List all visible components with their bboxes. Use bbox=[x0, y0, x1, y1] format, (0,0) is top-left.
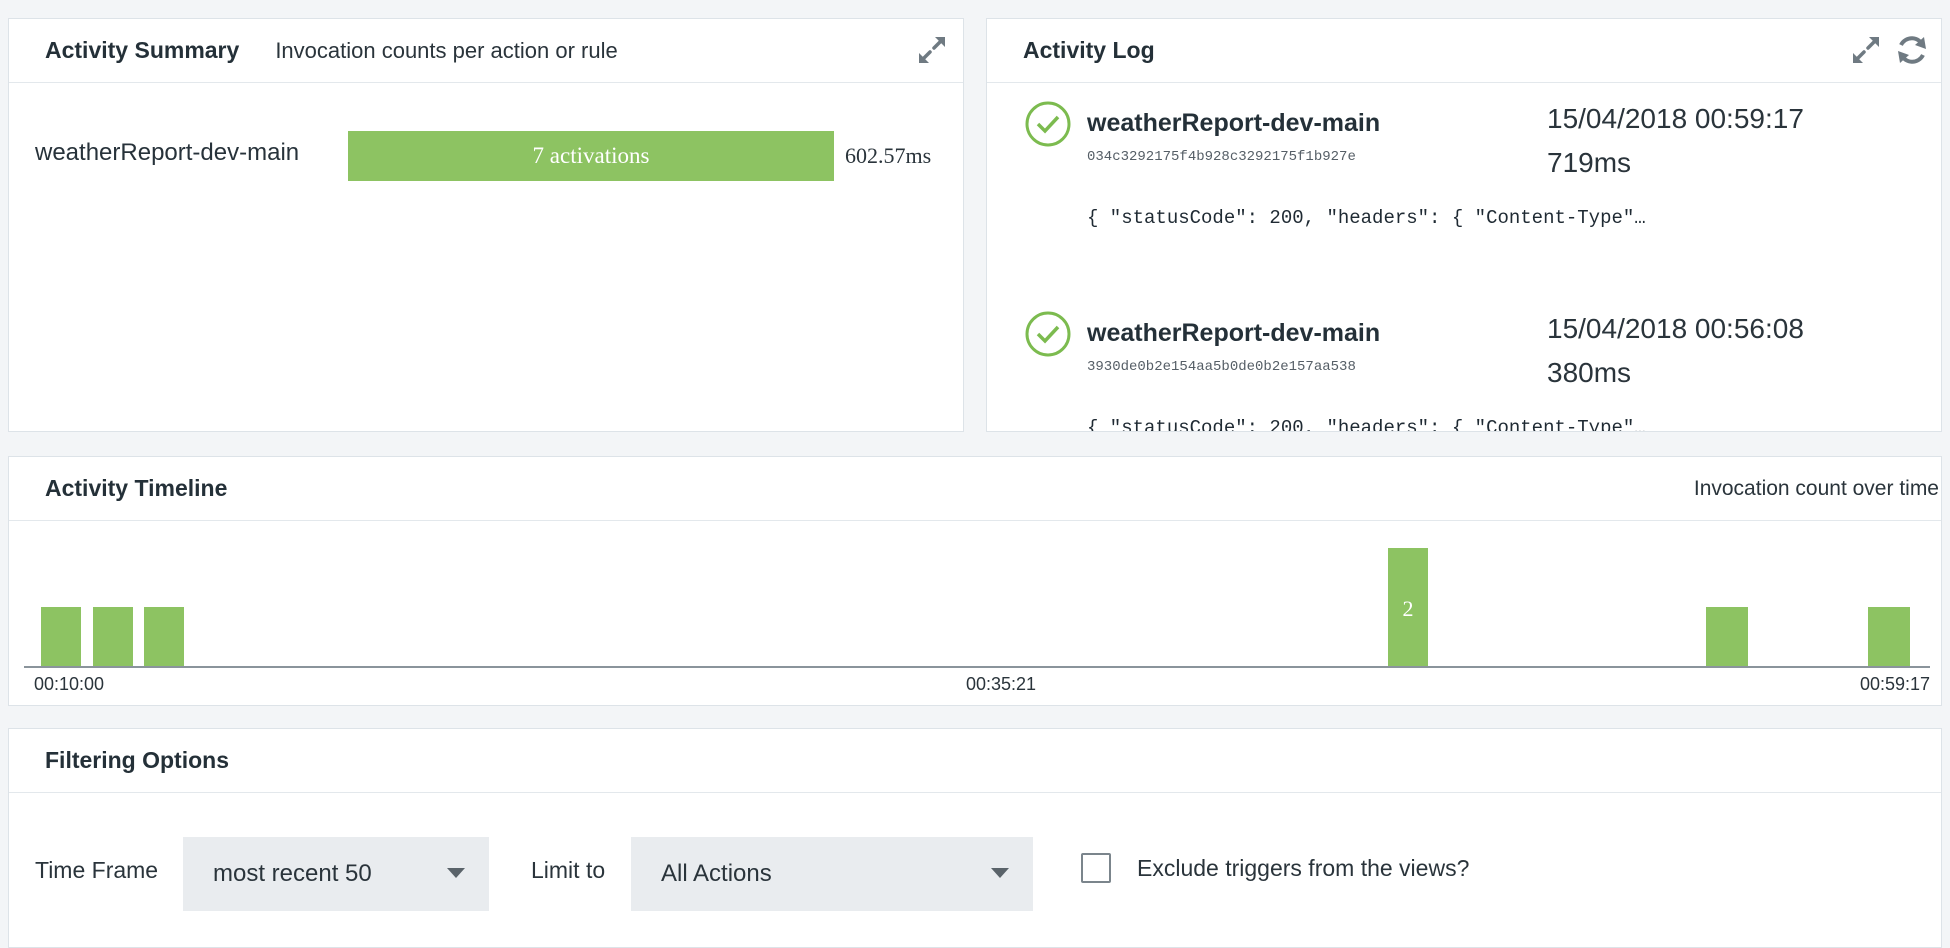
timeline-bar[interactable] bbox=[93, 607, 133, 666]
timeline-tick-start: 00:10:00 bbox=[34, 674, 105, 694]
log-entry-result: { "statusCode": 200, "headers": { "Conte… bbox=[1087, 207, 1647, 229]
log-entry-time-block: 15/04/2018 00:56:08 380ms bbox=[1547, 307, 1804, 395]
summary-bar-label: 7 activations bbox=[532, 143, 650, 168]
log-entry-name[interactable]: weatherReport-dev-main bbox=[1087, 319, 1380, 348]
filtering-options-panel: Filtering Options Time Frame most recent… bbox=[8, 728, 1942, 948]
timeline-bar-label: 2 bbox=[1402, 596, 1414, 621]
activity-summary-panel: Activity Summary Invocation counts per a… bbox=[8, 18, 964, 432]
log-entry-id[interactable]: 034c3292175f4b928c3292175f1b927e bbox=[1087, 149, 1356, 165]
limit-to-label: Limit to bbox=[531, 857, 606, 883]
limit-to-select[interactable]: All Actions bbox=[631, 837, 1033, 911]
summary-duration: 602.57ms bbox=[845, 143, 932, 168]
activity-summary-header: Activity Summary Invocation counts per a… bbox=[9, 19, 963, 83]
chevron-down-icon bbox=[991, 868, 1009, 878]
filtering-options-title: Filtering Options bbox=[45, 747, 229, 773]
filtering-options-header: Filtering Options bbox=[9, 729, 1941, 793]
expand-icon[interactable] bbox=[1847, 31, 1885, 69]
expand-icon[interactable] bbox=[913, 31, 951, 69]
activity-summary-title: Activity Summary bbox=[45, 37, 240, 63]
activity-log-panel: Activity Log weatherReport-dev-main 034c… bbox=[986, 18, 1942, 432]
activity-timeline-panel: Activity Timeline Invocation count over … bbox=[8, 456, 1942, 706]
summary-row[interactable]: weatherReport-dev-main 7 activations 602… bbox=[35, 131, 945, 181]
log-entry-duration: 719ms bbox=[1547, 147, 1632, 178]
summary-action-name: weatherReport-dev-main bbox=[35, 139, 300, 166]
summary-activation-bar[interactable]: 7 activations bbox=[348, 131, 834, 181]
activity-summary-subtitle: Invocation counts per action or rule bbox=[275, 37, 618, 63]
activity-log-list[interactable]: weatherReport-dev-main 034c3292175f4b928… bbox=[987, 83, 1941, 431]
log-entry-id[interactable]: 3930de0b2e154aa5b0de0b2e157aa538 bbox=[1087, 359, 1356, 375]
timeline-bar[interactable] bbox=[144, 607, 184, 666]
timeline-bar[interactable] bbox=[1706, 607, 1748, 666]
exclude-triggers-label: Exclude triggers from the views? bbox=[1137, 855, 1470, 881]
timeline-axis bbox=[24, 666, 1930, 668]
timeline-bar[interactable]: 2 bbox=[1388, 548, 1428, 666]
activity-timeline-subtitle: Invocation count over time bbox=[1693, 477, 1939, 500]
time-frame-value: most recent 50 bbox=[213, 860, 372, 887]
refresh-icon[interactable] bbox=[1893, 31, 1931, 69]
time-frame-label: Time Frame bbox=[35, 857, 159, 883]
timeline-tick-end: 00:59:17 bbox=[1860, 674, 1931, 694]
timeline-bar[interactable] bbox=[41, 607, 81, 666]
log-entry-timestamp: 15/04/2018 00:59:17 bbox=[1547, 103, 1804, 134]
activity-timeline-title: Activity Timeline bbox=[45, 475, 228, 501]
log-entry-name[interactable]: weatherReport-dev-main bbox=[1087, 109, 1380, 138]
log-entry-timestamp: 15/04/2018 00:56:08 bbox=[1547, 313, 1804, 344]
activity-log-title: Activity Log bbox=[1023, 37, 1155, 63]
activity-timeline-header: Activity Timeline bbox=[9, 457, 1941, 521]
success-check-icon bbox=[1025, 101, 1071, 147]
log-entry[interactable]: weatherReport-dev-main 034c3292175f4b928… bbox=[1025, 101, 1925, 311]
log-entry[interactable]: weatherReport-dev-main 3930de0b2e154aa5b… bbox=[1025, 311, 1925, 431]
timeline-bar[interactable] bbox=[1868, 607, 1910, 666]
log-entry-time-block: 15/04/2018 00:59:17 719ms bbox=[1547, 97, 1804, 185]
chevron-down-icon bbox=[447, 868, 465, 878]
time-frame-select[interactable]: most recent 50 bbox=[183, 837, 489, 911]
exclude-triggers-checkbox[interactable] bbox=[1081, 853, 1111, 883]
activity-log-header: Activity Log bbox=[987, 19, 1941, 83]
limit-to-value: All Actions bbox=[661, 860, 772, 887]
log-entry-result: { "statusCode": 200, "headers": { "Conte… bbox=[1087, 417, 1647, 431]
success-check-icon bbox=[1025, 311, 1071, 357]
timeline-tick-mid: 00:35:21 bbox=[966, 674, 1037, 694]
log-entry-duration: 380ms bbox=[1547, 357, 1632, 388]
